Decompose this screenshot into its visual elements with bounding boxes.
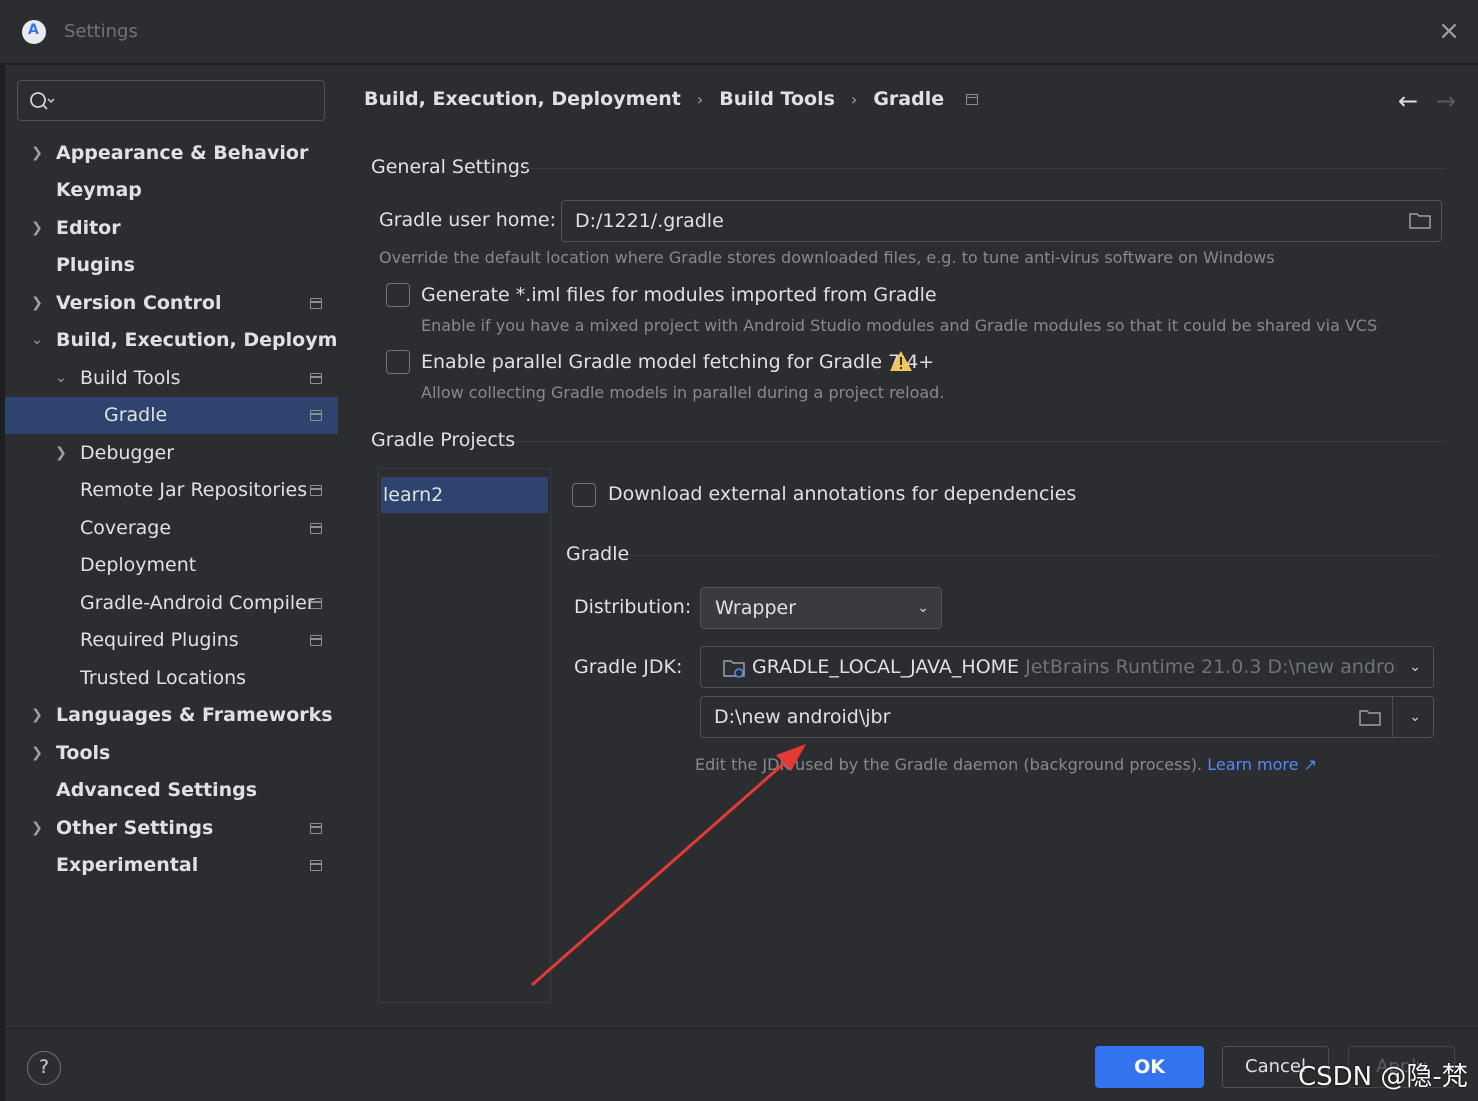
folder-icon[interactable] [1409,212,1431,229]
learn-more-link[interactable]: Learn more ↗ [1207,755,1317,774]
section-divider [524,168,1446,169]
list-item[interactable]: learn2 [381,477,548,513]
sidebar-item-debugger[interactable]: ❯ Debugger [5,435,338,472]
chevron-right-icon[interactable]: ❯ [29,697,45,734]
ok-button[interactable]: OK [1095,1046,1204,1088]
sidebar-item-required-plugins[interactable]: Required Plugins [5,622,338,659]
chevron-right-icon[interactable]: ❯ [53,435,69,472]
folder-icon[interactable] [1359,709,1381,726]
gradle-user-home-hint: Override the default location where Grad… [379,248,1275,267]
jdk-path-value: D:\new android\jbr [714,706,891,728]
settings-sidebar: ❯ Appearance & Behavior Keymap ❯ Editor … [5,65,373,1028]
chevron-right-icon[interactable]: ❯ [29,135,45,172]
project-level-icon [966,93,979,105]
warning-icon [890,351,912,371]
search-icon [30,92,55,110]
project-level-icon [310,373,322,384]
sidebar-item-tools[interactable]: ❯ Tools [5,735,338,772]
sidebar-item-version-control[interactable]: ❯ Version Control [5,285,338,322]
gradle-jdk-select[interactable]: GRADLE_LOCAL_JAVA_HOME JetBrains Runtime… [700,646,1434,688]
android-studio-logo-icon [22,20,46,44]
breadcrumb-separator: › [696,89,704,109]
generate-iml-label[interactable]: Generate *.iml files for modules importe… [421,284,937,306]
search-input[interactable] [17,80,325,121]
parallel-fetching-checkbox[interactable] [386,350,410,374]
back-arrow-icon[interactable]: ← [1398,89,1418,113]
sidebar-item-trusted-locations[interactable]: Trusted Locations [5,660,338,697]
gradle-user-home-value: D:/1221/.gradle [575,210,724,232]
chevron-right-icon[interactable]: ❯ [29,810,45,847]
sidebar-item-editor[interactable]: ❯ Editor [5,210,338,247]
gradle-user-home-label: Gradle user home: [379,209,556,231]
generate-iml-checkbox[interactable] [386,283,410,307]
sidebar-item-build-execution-deployment[interactable]: ⌄ Build, Execution, Deployment [5,322,373,359]
breadcrumb: Build, Execution, Deployment › Build Too… [364,85,979,113]
project-level-icon [310,410,322,421]
window-title: Settings [64,21,138,42]
parallel-fetching-label[interactable]: Enable parallel Gradle model fetching fo… [421,351,934,373]
distribution-label: Distribution: [574,596,692,618]
gradle-jdk-label: Gradle JDK: [574,656,683,678]
parallel-fetching-hint: Allow collecting Gradle models in parall… [421,383,945,402]
distribution-select[interactable]: Wrapper ⌄ [700,587,942,629]
download-annotations-label[interactable]: Download external annotations for depend… [608,483,1076,505]
distribution-value: Wrapper [715,597,797,619]
gradle-subsection-title: Gradle [566,543,630,565]
chevron-down-icon[interactable]: ⌄ [1409,697,1421,737]
sidebar-item-appearance-behavior[interactable]: ❯ Appearance & Behavior [5,135,338,172]
project-level-icon [310,523,322,534]
chevron-right-icon[interactable]: ❯ [29,735,45,772]
sidebar-item-coverage[interactable]: Coverage [5,510,338,547]
gradle-user-home-field[interactable]: D:/1221/.gradle [561,200,1442,242]
title-bar: Settings × [0,0,1478,64]
sidebar-item-gradle[interactable]: Gradle [5,397,338,434]
jdk-folder-icon [723,660,745,678]
help-button[interactable]: ? [27,1051,61,1085]
sidebar-item-build-tools[interactable]: ⌄ Build Tools [5,360,338,397]
sidebar-item-deployment[interactable]: Deployment [5,547,338,584]
chevron-down-icon[interactable]: ⌄ [53,360,69,397]
chevron-down-icon[interactable]: ⌄ [29,322,45,359]
chevron-right-icon[interactable]: ❯ [29,285,45,322]
jdk-name: GRADLE_LOCAL_JAVA_HOME [752,656,1020,678]
project-level-icon [310,298,322,309]
breadcrumb-item[interactable]: Build, Execution, Deployment [364,88,681,110]
project-level-icon [310,860,322,871]
gradle-projects-list: learn2 [378,468,551,1003]
project-level-icon [310,598,322,609]
section-divider [631,555,1439,556]
breadcrumb-item: Gradle [873,88,945,110]
close-icon[interactable]: × [1436,18,1462,44]
project-level-icon [310,823,322,834]
sidebar-item-remote-jar-repositories[interactable]: Remote Jar Repositories [5,472,338,509]
sidebar-item-keymap[interactable]: Keymap [5,172,338,209]
sidebar-item-other-settings[interactable]: ❯ Other Settings [5,810,338,847]
settings-content: Build, Execution, Deployment › Build Too… [338,65,1478,1028]
gradle-jdk-hint: Edit the JDK used by the Gradle daemon (… [695,755,1317,774]
download-annotations-checkbox[interactable] [572,483,596,507]
project-level-icon [310,635,322,646]
chevron-right-icon[interactable]: ❯ [29,210,45,247]
generate-iml-hint: Enable if you have a mixed project with … [421,316,1378,335]
breadcrumb-item[interactable]: Build Tools [719,88,835,110]
sidebar-item-experimental[interactable]: Experimental [5,847,338,884]
general-settings-title: General Settings [371,156,530,178]
sidebar-item-languages-frameworks[interactable]: ❯ Languages & Frameworks [5,697,338,734]
sidebar-item-plugins[interactable]: Plugins [5,247,338,284]
jdk-path-field[interactable]: D:\new android\jbr ⌄ [700,696,1434,738]
gradle-projects-title: Gradle Projects [371,429,516,451]
sidebar-item-advanced-settings[interactable]: Advanced Settings [5,772,338,809]
forward-arrow-icon[interactable]: → [1436,89,1456,113]
chevron-down-icon: ⌄ [1409,659,1421,675]
dialog-footer: ? OK Cancel Apply [5,1028,1478,1101]
sidebar-item-gradle-android-compiler[interactable]: Gradle-Android Compiler [5,585,338,622]
jdk-detail: JetBrains Runtime 21.0.3 D:\new android\… [1019,656,1434,678]
breadcrumb-separator: › [850,89,858,109]
watermark: CSDN @隐-梵 [1298,1062,1468,1092]
project-level-icon [310,485,322,496]
chevron-down-icon: ⌄ [917,600,929,616]
section-divider [514,441,1446,442]
